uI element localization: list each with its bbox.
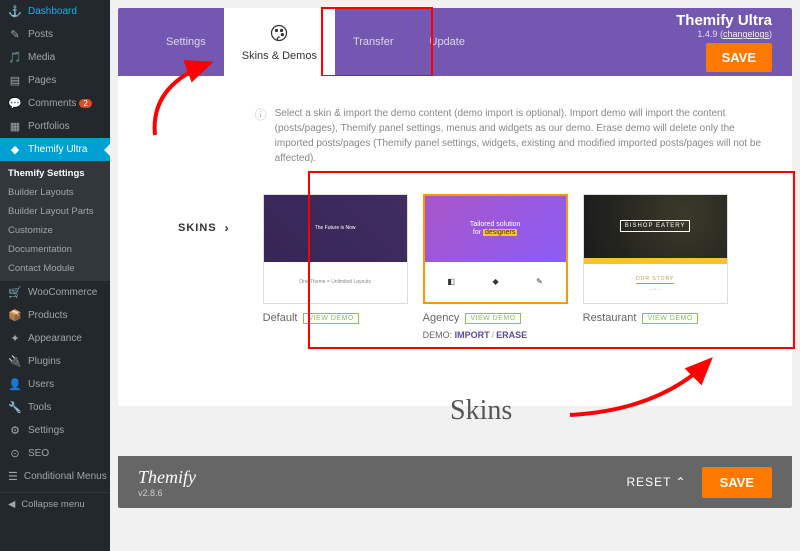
- menu-icon: ⚙: [8, 424, 22, 437]
- sidebar-item-tools[interactable]: 🔧 Tools: [0, 396, 110, 419]
- sidebar-item-posts[interactable]: ✎ Posts: [0, 23, 110, 46]
- chevron-up-icon: ⌃: [676, 475, 687, 489]
- tab-label: Update: [430, 36, 465, 48]
- menu-label: Dashboard: [28, 6, 77, 17]
- info-icon: ⓘ: [255, 106, 267, 166]
- panel-header: Settings Skins & Demos Transfer Update T…: [118, 8, 792, 76]
- header-right: Themify Ultra 1.4.9 (changelogs) SAVE: [676, 12, 772, 72]
- menu-label: Users: [28, 379, 54, 390]
- collapse-icon: ◀: [8, 499, 15, 510]
- badge: 2: [79, 99, 91, 108]
- menu-icon: 💬: [8, 97, 22, 110]
- sidebar-item-appearance[interactable]: ✦ Appearance: [0, 327, 110, 350]
- menu-icon: ▤: [8, 74, 22, 87]
- panel-footer: Themify v2.8.6 RESET ⌃ SAVE: [118, 456, 792, 508]
- annotation-tab-highlight: [321, 7, 433, 77]
- sidebar-item-woocommerce[interactable]: 🛒 WooCommerce: [0, 281, 110, 304]
- menu-label: Pages: [28, 75, 56, 86]
- submenu-item-builder-layouts[interactable]: Builder Layouts: [0, 183, 110, 202]
- menu-label: Comments: [28, 98, 76, 109]
- palette-icon: [269, 23, 289, 48]
- menu-icon: ✦: [8, 332, 22, 345]
- menu-label: WooCommerce: [28, 287, 97, 298]
- main-content: Settings Skins & Demos Transfer Update T…: [110, 0, 800, 551]
- menu-icon: 📦: [8, 309, 22, 322]
- tab-settings[interactable]: Settings: [148, 8, 224, 76]
- menu-icon: ☰: [8, 470, 18, 483]
- menu-icon: 🛒: [8, 286, 22, 299]
- collapse-menu[interactable]: ◀ Collapse menu: [0, 492, 110, 516]
- menu-icon: ⊙: [8, 447, 22, 460]
- sidebar-item-settings[interactable]: ⚙ Settings: [0, 419, 110, 442]
- menu-icon: ▦: [8, 120, 22, 133]
- submenu-item-documentation[interactable]: Documentation: [0, 240, 110, 259]
- menu-icon: ◆: [8, 143, 22, 156]
- section-info: ⓘ Select a skin & import the demo conten…: [255, 106, 762, 166]
- menu-label: Tools: [28, 402, 51, 413]
- sidebar-item-dashboard[interactable]: ⚓ Dashboard: [0, 0, 110, 23]
- info-text: Select a skin & import the demo content …: [275, 106, 762, 166]
- sidebar-item-themify-ultra[interactable]: ◆ Themify Ultra: [0, 138, 110, 161]
- menu-label: Conditional Menus: [24, 471, 107, 482]
- sidebar-item-plugins[interactable]: 🔌 Plugins: [0, 350, 110, 373]
- save-button[interactable]: SAVE: [706, 43, 772, 72]
- menu-icon: ✎: [8, 28, 22, 41]
- chevron-right-icon: ›: [225, 221, 230, 235]
- sidebar-item-pages[interactable]: ▤ Pages: [0, 69, 110, 92]
- brand-block: Themify v2.8.6: [138, 467, 196, 498]
- menu-icon: 👤: [8, 378, 22, 391]
- submenu-item-contact-module[interactable]: Contact Module: [0, 259, 110, 278]
- submenu-item-customize[interactable]: Customize: [0, 221, 110, 240]
- menu-label: Portfolios: [28, 121, 70, 132]
- changelogs-link[interactable]: changelogs: [723, 29, 769, 39]
- sidebar-item-seo[interactable]: ⊙ SEO: [0, 442, 110, 465]
- brand-version: v2.8.6: [138, 488, 196, 498]
- save-button-footer[interactable]: SAVE: [702, 467, 772, 498]
- submenu-item-themify-settings[interactable]: Themify Settings: [0, 164, 110, 183]
- sidebar-item-products[interactable]: 📦 Products: [0, 304, 110, 327]
- collapse-label: Collapse menu: [21, 499, 84, 510]
- menu-label: SEO: [28, 448, 49, 459]
- menu-label: Settings: [28, 425, 64, 436]
- sidebar-item-portfolios[interactable]: ▦ Portfolios: [0, 115, 110, 138]
- menu-icon: 🔧: [8, 401, 22, 414]
- sidebar-item-media[interactable]: 🎵 Media: [0, 46, 110, 69]
- menu-label: Themify Ultra: [28, 144, 87, 155]
- menu-icon: 🔌: [8, 355, 22, 368]
- tab-label: Settings: [166, 36, 206, 48]
- tab-skins-demos[interactable]: Skins & Demos: [224, 8, 335, 76]
- sidebar-item-users[interactable]: 👤 Users: [0, 373, 110, 396]
- menu-icon: ⚓: [8, 5, 22, 18]
- tab-label: Skins & Demos: [242, 50, 317, 62]
- section-label-skins[interactable]: SKINS ›: [178, 108, 230, 348]
- menu-label: Products: [28, 310, 67, 321]
- sidebar-item-conditional-menus[interactable]: ☰ Conditional Menus: [0, 465, 110, 488]
- submenu-item-builder-layout-parts[interactable]: Builder Layout Parts: [0, 202, 110, 221]
- menu-label: Media: [28, 52, 55, 63]
- reset-button[interactable]: RESET ⌃: [626, 475, 686, 489]
- menu-label: Posts: [28, 29, 53, 40]
- menu-icon: 🎵: [8, 51, 22, 64]
- menu-label: Appearance: [28, 333, 82, 344]
- sidebar-item-comments[interactable]: 💬 Comments2: [0, 92, 110, 115]
- wp-admin-sidebar: ⚓ Dashboard ✎ Posts 🎵 Media ▤ Pages 💬 Comments2 ▦ P…: [0, 0, 110, 551]
- panel-body: SKINS › ⓘ Select a skin & import the dem…: [118, 76, 792, 406]
- skin-name: Default: [263, 312, 298, 324]
- annotation-skins-highlight: [308, 171, 795, 349]
- brand-name: Themify: [138, 467, 196, 488]
- menu-label: Plugins: [28, 356, 61, 367]
- panel-title: Themify Ultra: [676, 12, 772, 29]
- panel-version: 1.4.9 (changelogs): [676, 29, 772, 39]
